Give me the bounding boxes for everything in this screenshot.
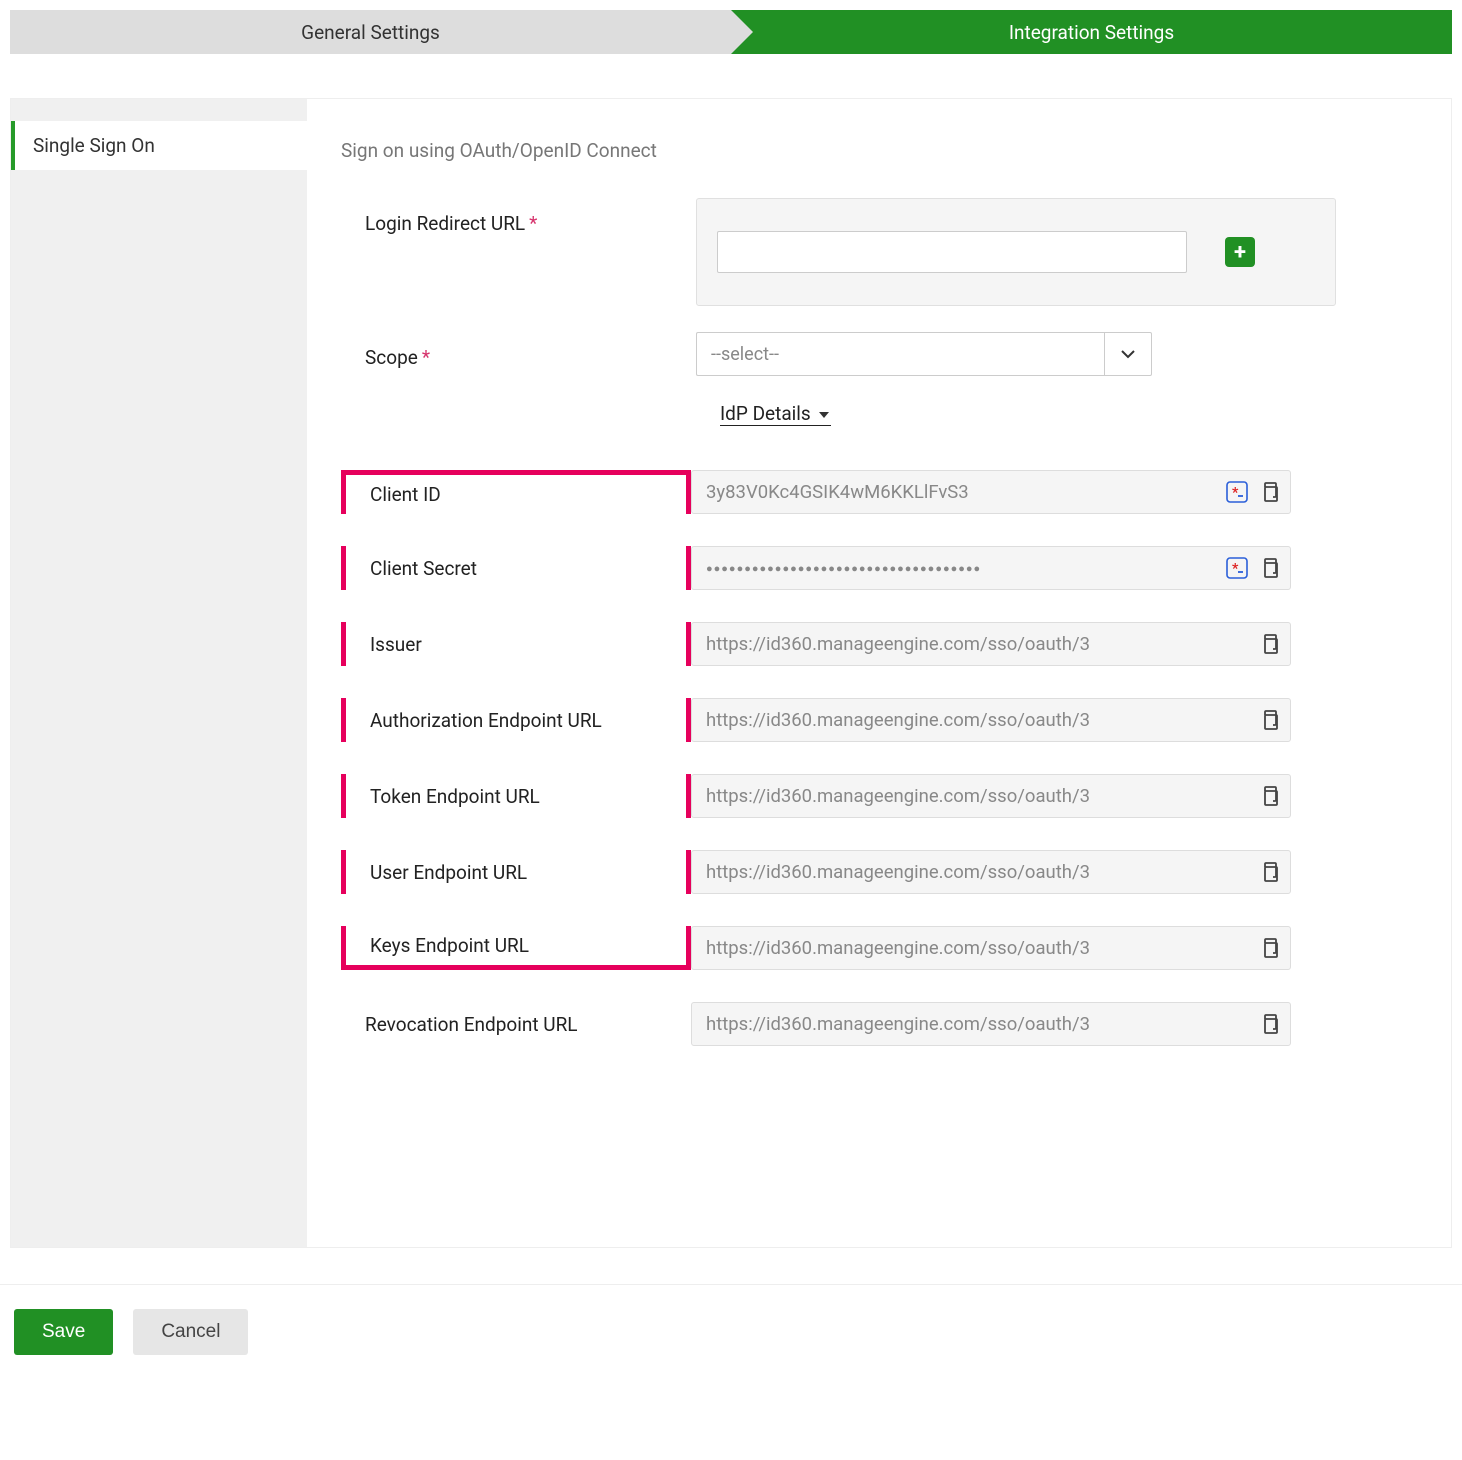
copy-icon[interactable] [1259, 785, 1281, 807]
idp-details-row: IdP Details [341, 402, 1417, 426]
sidebar-item-sso[interactable]: Single Sign On [11, 121, 307, 170]
add-redirect-button[interactable]: + [1225, 237, 1255, 267]
row-client-secret: Client Secret ●●●●●●●●●●●●●●●●●●●●●●●●●●… [341, 530, 1417, 606]
required-asterisk: * [422, 346, 430, 369]
token-endpoint-value: https://id360.manageengine.com/sso/oauth… [691, 774, 1291, 818]
row-token-endpoint: Token Endpoint URL https://id360.managee… [341, 758, 1417, 834]
copy-icon[interactable] [1259, 633, 1281, 655]
row-scope: Scope* --select-- [341, 332, 1417, 376]
copy-icon[interactable] [1259, 1013, 1281, 1035]
copy-icon[interactable] [1259, 937, 1281, 959]
authorization-endpoint-label: Authorization Endpoint URL [346, 709, 686, 732]
revocation-endpoint-label: Revocation Endpoint URL [341, 1013, 691, 1036]
row-keys-endpoint: Keys Endpoint URL https://id360.manageen… [341, 910, 1417, 986]
row-login-redirect: Login Redirect URL* + [341, 198, 1417, 306]
content-area: Sign on using OAuth/OpenID Connect Login… [307, 99, 1451, 1247]
save-button[interactable]: Save [14, 1309, 113, 1355]
tab-integration-settings[interactable]: Integration Settings [731, 10, 1452, 54]
copy-icon[interactable] [1259, 861, 1281, 883]
section-header: Sign on using OAuth/OpenID Connect [341, 139, 1417, 162]
regenerate-icon[interactable] [1225, 556, 1249, 580]
copy-icon[interactable] [1259, 481, 1281, 503]
row-issuer: Issuer https://id360.manageengine.com/ss… [341, 606, 1417, 682]
top-tabs: General Settings Integration Settings [10, 10, 1452, 54]
idp-details-label: IdP Details [720, 402, 811, 425]
idp-details-toggle[interactable]: IdP Details [720, 402, 831, 426]
scope-label: Scope* [341, 332, 696, 369]
login-redirect-input[interactable] [717, 231, 1187, 273]
keys-endpoint-label: Keys Endpoint URL [346, 934, 686, 957]
authorization-endpoint-value: https://id360.manageengine.com/sso/oauth… [691, 698, 1291, 742]
issuer-label: Issuer [346, 633, 686, 656]
copy-icon[interactable] [1259, 709, 1281, 731]
keys-endpoint-value: https://id360.manageengine.com/sso/oauth… [691, 926, 1291, 970]
login-redirect-box: + [696, 198, 1336, 306]
user-endpoint-label: User Endpoint URL [346, 861, 686, 884]
regenerate-icon[interactable] [1225, 480, 1249, 504]
caret-down-icon [817, 408, 831, 420]
row-authorization-endpoint: Authorization Endpoint URL https://id360… [341, 682, 1417, 758]
footer: Save Cancel [10, 1285, 1452, 1379]
scope-select[interactable]: --select-- [696, 332, 1152, 376]
issuer-value: https://id360.manageengine.com/sso/oauth… [691, 622, 1291, 666]
copy-icon[interactable] [1259, 557, 1281, 579]
row-client-id: Client ID 3y83V0Kc4GSIK4wM6KKLlFvS3 [341, 454, 1417, 530]
login-redirect-label-text: Login Redirect URL [365, 212, 525, 235]
revocation-endpoint-value: https://id360.manageengine.com/sso/oauth… [691, 1002, 1291, 1046]
client-secret-value: ●●●●●●●●●●●●●●●●●●●●●●●●●●●●●●●●●●●● [691, 546, 1291, 590]
scope-dropdown-button[interactable] [1104, 332, 1152, 376]
token-endpoint-label: Token Endpoint URL [346, 785, 686, 808]
chevron-down-icon [1118, 344, 1138, 364]
row-revocation-endpoint: Revocation Endpoint URL https://id360.ma… [341, 986, 1417, 1062]
client-id-label: Client ID [346, 483, 686, 506]
row-user-endpoint: User Endpoint URL https://id360.manageen… [341, 834, 1417, 910]
scope-label-text: Scope [365, 346, 418, 369]
plus-icon: + [1234, 240, 1246, 265]
required-asterisk: * [529, 212, 537, 235]
client-id-value: 3y83V0Kc4GSIK4wM6KKLlFvS3 [691, 470, 1291, 514]
idp-details-section: Client ID 3y83V0Kc4GSIK4wM6KKLlFvS3 Clie… [341, 454, 1417, 1062]
user-endpoint-value: https://id360.manageengine.com/sso/oauth… [691, 850, 1291, 894]
main-panel: Single Sign On Sign on using OAuth/OpenI… [10, 98, 1452, 1248]
client-secret-label: Client Secret [346, 557, 686, 580]
sidebar: Single Sign On [11, 99, 307, 1247]
login-redirect-label: Login Redirect URL* [341, 198, 696, 235]
tab-general-settings[interactable]: General Settings [10, 10, 731, 54]
scope-select-value: --select-- [696, 332, 1104, 376]
cancel-button[interactable]: Cancel [133, 1309, 248, 1355]
